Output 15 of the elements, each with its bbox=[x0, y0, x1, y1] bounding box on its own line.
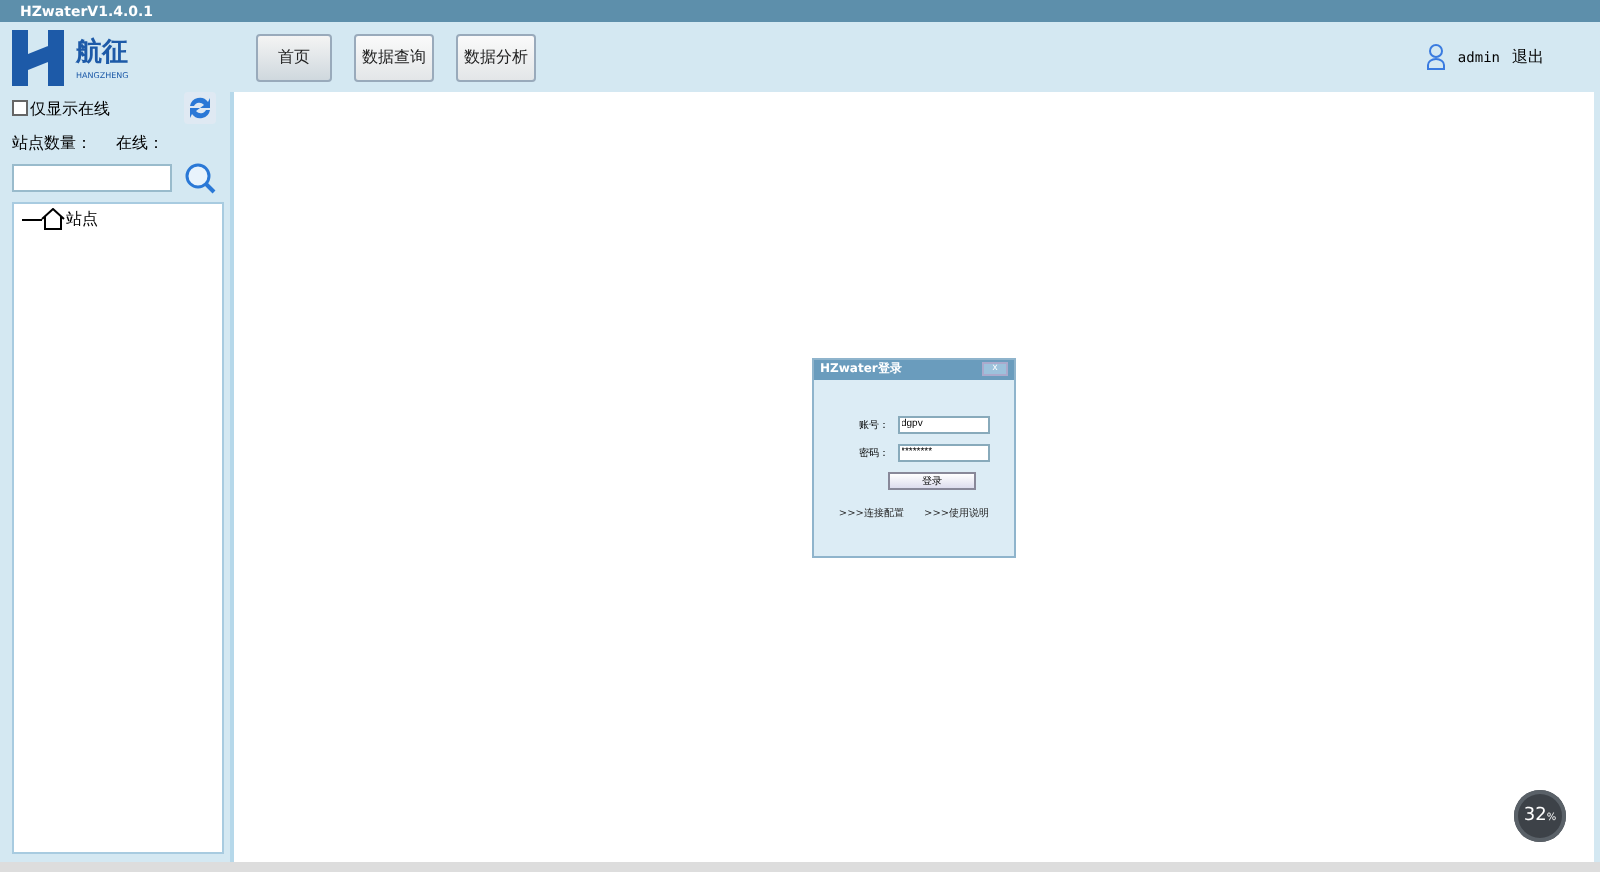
search-icon[interactable] bbox=[184, 162, 216, 194]
online-only-checkbox[interactable]: 仅显示在线 bbox=[12, 97, 110, 119]
tree-item[interactable]: 站点 bbox=[66, 208, 98, 230]
house-icon bbox=[22, 208, 66, 230]
station-count-label: 站点数量： bbox=[12, 132, 92, 154]
logout-link[interactable]: 退出 bbox=[1512, 46, 1544, 68]
search-field[interactable] bbox=[12, 164, 172, 192]
refresh-icon[interactable] bbox=[184, 92, 216, 124]
nav-button[interactable]: 数据查询 bbox=[354, 33, 434, 81]
user-icon bbox=[1425, 44, 1446, 70]
nav-button[interactable]: 数据分析 bbox=[456, 33, 536, 81]
logo-name: 航征 bbox=[76, 35, 129, 70]
logo-icon bbox=[12, 29, 64, 85]
online-label: 在线： bbox=[116, 132, 164, 154]
nav-button[interactable]: 首页 bbox=[256, 33, 332, 81]
